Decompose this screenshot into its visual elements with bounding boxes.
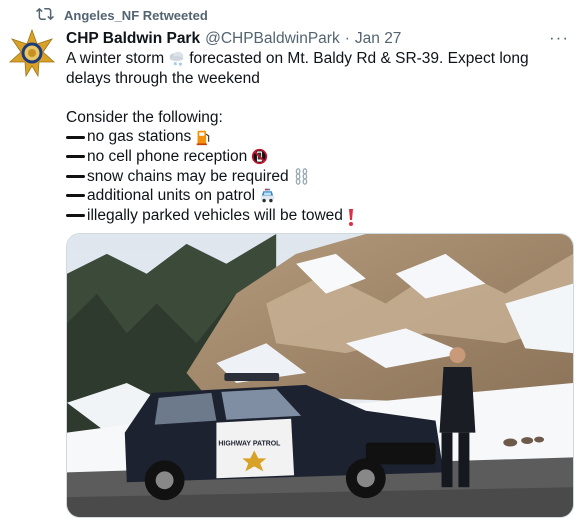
text-line-1b: forecasted on Mt. Baldy Rd & SR-39. Expe…	[189, 50, 529, 67]
dash-icon	[66, 194, 85, 198]
list-item-text: no gas stations	[87, 128, 192, 146]
retweet-indicator[interactable]: Angeles_NF Retweeted	[36, 6, 208, 24]
tweet-text: A winter storm ❄ ❄ forecasted on Mt. Bald…	[66, 49, 566, 227]
author-name[interactable]: CHP Baldwin Park	[66, 30, 200, 48]
separator-dot: ·	[344, 30, 350, 47]
chains-icon	[293, 168, 310, 185]
list-item-text: additional units on patrol	[87, 187, 256, 205]
list-item: additional units on patrol	[66, 186, 566, 206]
text-line-1a: A winter storm	[66, 50, 165, 67]
more-options-icon[interactable]: ···	[547, 26, 571, 50]
text-line-consider: Consider the following:	[66, 108, 223, 126]
list-item-text: illegally parked vehicles will be towed	[87, 206, 343, 224]
chp-star-badge-icon	[8, 28, 56, 78]
dash-icon	[66, 174, 85, 178]
retweet-label: Angeles_NF Retweeted	[64, 7, 208, 23]
author-handle[interactable]: @CHPBaldwinPark	[205, 30, 340, 48]
list-item-text: no cell phone reception	[87, 147, 248, 165]
cloud-snow-icon: ❄ ❄	[168, 50, 185, 68]
tweet-date[interactable]: Jan 27	[355, 30, 402, 48]
retweet-icon	[36, 5, 54, 26]
svg-text:❄: ❄	[178, 62, 182, 67]
car-door-text: HIGHWAY PATROL	[218, 441, 281, 448]
text-line-2: delays through the weekend	[66, 69, 260, 87]
list-item: no cell phone reception	[66, 147, 566, 167]
svg-text:❄: ❄	[173, 62, 177, 68]
list-item: snow chains may be required	[66, 167, 566, 187]
fuel-pump-icon	[195, 129, 212, 146]
avatar[interactable]	[8, 28, 56, 78]
dash-icon	[66, 155, 85, 159]
list-item: illegally parked vehicles will be towed	[66, 206, 566, 227]
tweet-header: CHP Baldwin Park @CHPBaldwinPark · Jan 2…	[66, 28, 571, 50]
list-item-text: snow chains may be required	[87, 167, 289, 185]
exclamation-icon	[346, 207, 356, 227]
police-car-icon	[259, 187, 276, 204]
dash-icon	[66, 214, 85, 218]
no-mobile-phones-icon	[251, 148, 268, 165]
tweet-media-photo[interactable]: HIGHWAY PATROL	[66, 233, 574, 518]
list-item: no gas stations	[66, 127, 566, 147]
dash-icon	[66, 135, 85, 139]
photo-illustration: HIGHWAY PATROL	[67, 234, 573, 517]
